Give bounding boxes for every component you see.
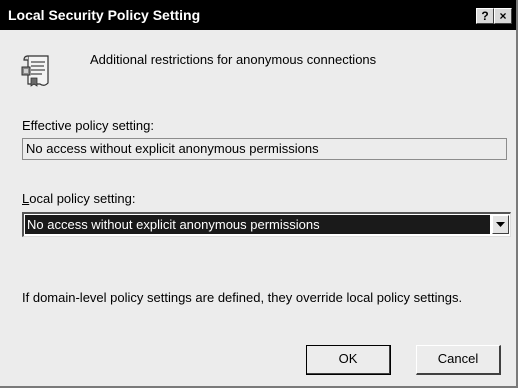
- title-bar[interactable]: Local Security Policy Setting ? ×: [0, 0, 516, 30]
- cancel-button[interactable]: Cancel: [416, 345, 501, 375]
- policy-description: Additional restrictions for anonymous co…: [90, 52, 377, 67]
- chevron-down-icon: [496, 222, 505, 227]
- close-button[interactable]: ×: [494, 8, 512, 24]
- local-setting-label: Local policy setting:: [22, 191, 135, 206]
- ok-button[interactable]: OK: [306, 345, 391, 375]
- effective-setting-label: Effective policy setting:: [22, 118, 154, 133]
- policy-setting-dialog: Local Security Policy Setting ? × Additi…: [0, 0, 518, 388]
- domain-override-note: If domain-level policy settings are defi…: [22, 290, 463, 305]
- local-setting-label-text: ocal policy setting:: [29, 191, 136, 206]
- dropdown-arrow-button[interactable]: [492, 215, 509, 234]
- local-setting-selected-value[interactable]: No access without explicit anonymous per…: [25, 215, 490, 234]
- policy-document-icon: [20, 53, 54, 89]
- local-setting-dropdown[interactable]: No access without explicit anonymous per…: [22, 212, 511, 237]
- window-title: Local Security Policy Setting: [8, 7, 201, 23]
- help-button[interactable]: ?: [476, 8, 494, 24]
- effective-setting-field: No access without explicit anonymous per…: [22, 138, 507, 160]
